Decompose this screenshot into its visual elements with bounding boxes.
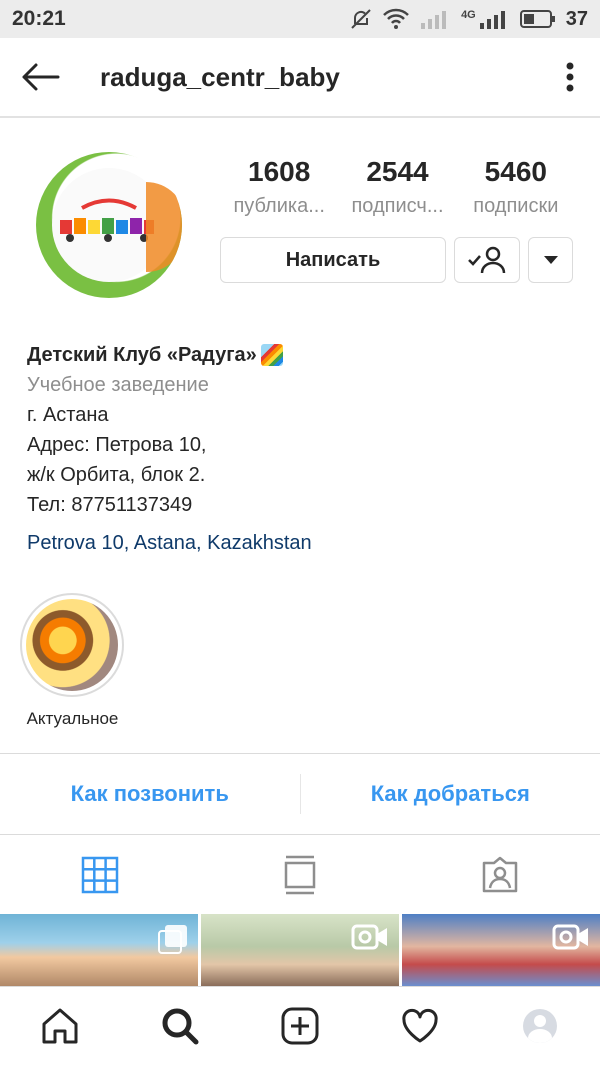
- tab-feed[interactable]: [200, 836, 400, 914]
- tab-tagged[interactable]: [400, 836, 600, 914]
- grid-icon: [81, 856, 119, 894]
- nav-profile[interactable]: [480, 1009, 600, 1043]
- following-button[interactable]: [454, 237, 520, 283]
- story-highlight[interactable]: Актуальное: [20, 593, 125, 729]
- stat-following-label: подписки: [473, 195, 559, 217]
- nav-add[interactable]: [240, 1006, 360, 1046]
- carousel-icon: [158, 925, 187, 954]
- post-grid: [0, 914, 600, 986]
- status-bar: 20:21 4G 37: [0, 0, 600, 38]
- add-icon: [281, 1007, 319, 1045]
- stat-following[interactable]: 5460 подписки: [457, 152, 575, 220]
- call-button[interactable]: Как позвонить: [0, 781, 300, 807]
- top-bar: raduga_centr_baby: [0, 38, 600, 118]
- network-type: 4G: [461, 9, 476, 21]
- heart-icon: [402, 1008, 438, 1043]
- bio-line: г. Астана: [27, 404, 109, 426]
- highlight-ring: [20, 593, 124, 697]
- status-time: 20:21: [12, 7, 66, 30]
- signal-weak-icon: [421, 11, 447, 29]
- profile-icon: [523, 1009, 557, 1043]
- post-thumbnail[interactable]: [201, 914, 399, 986]
- search-icon: [162, 1008, 199, 1045]
- more-vertical-icon: [566, 62, 574, 92]
- bio-location-link[interactable]: Petrova 10, Astana, Kazakhstan: [27, 528, 567, 558]
- user-check-icon: [468, 246, 506, 274]
- bio-category: Учебное заведение: [27, 374, 209, 396]
- profile-stats: 1608 публика... 2544 подписч... 5460 под…: [220, 152, 575, 220]
- stat-posts-label: публика...: [233, 195, 325, 217]
- caret-down-icon: [543, 256, 558, 264]
- profile-bio: Детский Клуб «Радуга» Учебное заведение …: [27, 340, 567, 558]
- stat-posts[interactable]: 1608 публика...: [220, 152, 338, 220]
- nav-home[interactable]: [0, 1006, 120, 1046]
- club-logo-icon: [60, 198, 154, 242]
- post-thumbnail[interactable]: [402, 914, 600, 986]
- bio-line: Адрес: Петрова 10,: [27, 434, 207, 456]
- nav-search[interactable]: [120, 1006, 240, 1046]
- battery-level: 37: [565, 7, 588, 30]
- profile-username: raduga_centr_baby: [100, 61, 340, 92]
- post-thumbnail[interactable]: [0, 914, 198, 986]
- profile-tabs: [0, 836, 600, 914]
- video-icon: [552, 924, 588, 950]
- suggestions-dropdown-button[interactable]: [528, 237, 573, 283]
- profile-avatar[interactable]: [36, 152, 182, 298]
- bio-name-row: Детский Клуб «Радуга»: [27, 340, 567, 370]
- profile-actions: Написать: [220, 237, 573, 283]
- mute-icon: [351, 9, 371, 29]
- highlight-label: Актуальное: [26, 709, 119, 728]
- bottom-nav: [0, 986, 600, 1065]
- stat-followers-count: 2544: [366, 156, 429, 187]
- bio-line: ж/к Орбита, блок 2.: [27, 464, 206, 486]
- home-icon: [42, 1008, 78, 1044]
- message-button[interactable]: Написать: [220, 237, 446, 283]
- more-options-button[interactable]: [540, 37, 600, 117]
- battery-icon: [519, 10, 555, 28]
- directions-button[interactable]: Как добраться: [301, 781, 600, 807]
- avatar-logo: [52, 168, 166, 282]
- stat-followers[interactable]: 2544 подписч...: [338, 152, 456, 220]
- wifi-icon: [383, 8, 409, 29]
- highlight-cover: [26, 599, 118, 691]
- nav-activity[interactable]: [360, 1006, 480, 1046]
- tab-grid[interactable]: [0, 836, 200, 914]
- stat-posts-count: 1608: [248, 156, 311, 187]
- bio-line: Тел: 87751137349: [27, 494, 193, 516]
- feed-icon: [284, 855, 316, 895]
- rainbow-icon: [260, 344, 283, 366]
- signal-strong-icon: [479, 11, 505, 29]
- status-icons: 4G 37: [349, 7, 588, 31]
- tagged-icon: [482, 856, 518, 893]
- video-icon: [351, 924, 387, 950]
- stat-followers-label: подписч...: [351, 195, 444, 217]
- contact-row: Как позвонить Как добраться: [0, 753, 600, 835]
- stat-following-count: 5460: [484, 156, 547, 187]
- back-button[interactable]: [0, 37, 80, 117]
- arrow-left-icon: [22, 63, 60, 91]
- bio-name: Детский Клуб «Радуга»: [27, 344, 257, 366]
